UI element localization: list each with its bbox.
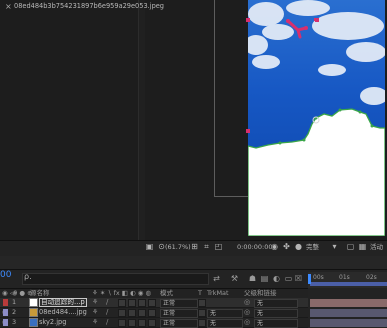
grid-icon[interactable]: ⊞ [190,242,199,251]
composition-image [248,0,385,236]
transparency-grid-icon[interactable]: ▦ [358,242,367,251]
trkmat-header[interactable]: TrkMat [207,289,229,297]
work-area-bar[interactable] [310,282,387,286]
motion-blur-icon[interactable]: ◐ [272,274,281,283]
frame-blending-icon[interactable]: ▤ [260,274,269,283]
trkmat-dropdown[interactable]: 无 [207,319,243,328]
layer-number: 3 [12,318,17,326]
composition-frame[interactable] [248,0,385,236]
fx-switch[interactable] [118,299,126,307]
mask-vertex-left-mid[interactable] [246,129,250,133]
region-of-interest-icon[interactable]: ▢ [346,242,355,251]
shy-switch-icon[interactable]: ⚘ [92,308,98,317]
viewer-divider [138,0,145,240]
safe-zones-icon[interactable]: ⌗ [202,242,211,251]
graph-editor-icon[interactable]: ▭ [284,274,293,283]
frame-blend-switch[interactable] [128,319,136,327]
layer-number: 1 [12,298,17,306]
color-circle-icon[interactable]: ● [294,242,303,251]
layer-name[interactable]: 08ed484....jpg [39,308,87,317]
mode-dropdown[interactable]: 正常 [160,299,198,308]
layer-search-input[interactable] [22,273,209,285]
playhead[interactable] [308,274,311,284]
always-preview-icon[interactable]: ▣ [145,242,154,251]
draft-3d-icon[interactable]: ⚒ [230,274,239,283]
layer-duration-bar[interactable] [310,319,387,327]
3d-layer-switch[interactable] [148,319,156,327]
mask-vertex-left-top[interactable] [246,18,250,22]
label-header-icon: # [12,289,18,297]
ruler-label-2: 02s [366,274,377,281]
zoom-level[interactable]: (61.7%) [165,242,191,252]
motion-blur-switch[interactable] [138,309,146,317]
layer-name[interactable]: 自动追踪的…p [39,298,87,307]
comp-flowchart-icon[interactable]: ⇄ [212,274,221,283]
timeline-tab-bar [0,256,387,270]
parent-dropdown[interactable]: 无 [254,309,298,318]
close-icon[interactable]: × [5,2,12,11]
layer-duration-bar[interactable] [310,299,387,307]
viewer-timecode[interactable]: 0:00:00:00 [237,242,273,252]
preserve-transparency-toggle[interactable] [198,309,206,317]
timeline-tab[interactable]: 08ed484b3b754231897b6e959a29e053.jpeg [14,2,164,10]
frame-blend-switch[interactable] [128,299,136,307]
pickwhip-icon[interactable]: ◎ [244,298,250,307]
pickwhip-icon[interactable]: ◎ [244,308,250,317]
frame-blend-switch[interactable] [128,309,136,317]
quality-switch-icon[interactable]: / [106,298,108,307]
chevron-down-icon[interactable]: ▾ [330,242,339,251]
layer-number: 2 [12,308,17,316]
trkmat-dropdown[interactable]: 无 [207,309,243,318]
search-icon: ρ. [24,272,32,281]
graph-editor-toggle-icon[interactable]: ☒ [294,274,303,283]
camera-dropdown[interactable]: 活动 [370,242,383,252]
mask-vertex-right-top[interactable] [315,18,319,22]
preserve-transparency-toggle[interactable] [198,299,206,307]
fx-switch[interactable] [118,309,126,317]
ruler-label-1: 01s [339,274,350,281]
3d-layer-switch[interactable] [148,309,156,317]
mode-header[interactable]: 模式 [160,289,173,297]
layer-thumbnail [29,298,38,307]
3d-layer-switch[interactable] [148,299,156,307]
parent-dropdown[interactable]: 无 [254,299,298,308]
t-header: T [198,289,202,297]
quality-switch-icon[interactable]: / [106,318,108,327]
layer-thumbnail [29,318,38,327]
fx-switch[interactable] [118,319,126,327]
parent-header[interactable]: 父级和链接 [244,289,277,297]
mode-dropdown[interactable]: 正常 [160,319,198,328]
layer-label-color[interactable] [3,319,8,326]
pickwhip-icon[interactable]: ◎ [244,318,250,327]
layer-label-color[interactable] [3,299,8,306]
layer-thumbnail [29,308,38,317]
shy-switch-icon[interactable]: ⚘ [92,298,98,307]
switches-header-icon: ⚘ ✶ ∖ fx ◧ ◐ ◉ ◍ [92,289,152,297]
snapshot-icon[interactable]: ◉ [270,242,279,251]
layer-name[interactable]: sky2.jpg [39,318,66,327]
current-time[interactable]: 00 [0,270,11,280]
parent-dropdown[interactable]: 无 [254,319,298,328]
shy-layers-icon[interactable]: ☗ [248,274,257,283]
show-channel-icon[interactable]: ✤ [282,242,291,251]
layer-label-color[interactable] [3,309,8,316]
ruler-label-0: 00s [313,274,324,281]
resolution-dropdown[interactable]: 完整 [306,242,319,252]
mask-visibility-icon[interactable]: ◰ [214,242,223,251]
preserve-transparency-toggle[interactable] [198,319,206,327]
motion-blur-switch[interactable] [138,319,146,327]
motion-blur-switch[interactable] [138,299,146,307]
source-name-header[interactable]: 源名称 [30,289,50,297]
quality-switch-icon[interactable]: / [106,308,108,317]
mode-dropdown[interactable]: 正常 [160,309,198,318]
guide-outline [214,0,249,197]
shy-switch-icon[interactable]: ⚘ [92,318,98,327]
layer-duration-bar[interactable] [310,309,387,317]
